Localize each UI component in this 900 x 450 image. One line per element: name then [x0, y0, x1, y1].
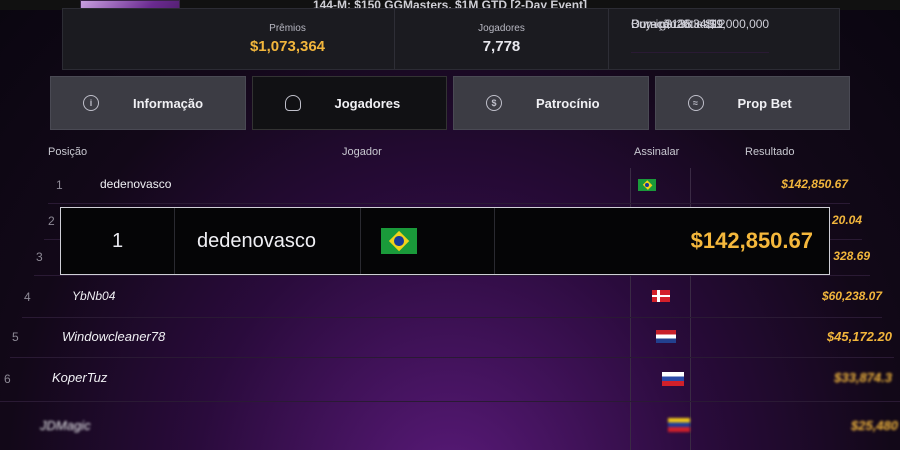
netherlands-flag-icon — [656, 330, 676, 343]
column-position[interactable]: Posição — [48, 146, 87, 158]
row-player-name[interactable]: YbNb04 — [72, 289, 115, 303]
row-player-name[interactable]: KoperTuz — [52, 370, 107, 385]
tab-jogadores[interactable]: Jogadores — [251, 76, 447, 130]
brazil-flag-icon — [381, 228, 417, 254]
highlight-player-name[interactable]: dedenovasco — [175, 208, 361, 274]
coin-icon: $ — [486, 95, 502, 111]
row-result: $33,874.3 — [834, 370, 892, 385]
tab-label: Prop Bet — [737, 95, 792, 111]
row-result: $60,238.07 — [821, 289, 882, 303]
row-player-name[interactable]: JDMagic — [40, 418, 91, 433]
duration-label: Duração — [631, 17, 677, 31]
prize-label: Prêmios — [269, 23, 306, 34]
players-value: 7,778 — [482, 38, 521, 55]
column-player[interactable]: Jogador — [342, 146, 382, 158]
highlight-position: 1 — [61, 208, 175, 274]
duration-value: 26:34:19 — [676, 17, 724, 31]
row-player-name[interactable]: dedenovasco — [100, 177, 171, 191]
venezuela-flag-icon — [668, 418, 690, 432]
highlighted-player-row[interactable]: 1 dedenovasco $142,850.67 — [60, 207, 830, 275]
players-label: Jogadores — [478, 23, 525, 34]
row-result: 20.04 — [831, 213, 862, 227]
row-player-name[interactable]: Windowcleaner78 — [62, 329, 165, 344]
table-row[interactable]: 4 YbNb04 $60,238.07 — [22, 278, 882, 318]
prize-pool-stat: Prêmios $1,073,364 — [181, 9, 395, 69]
highlight-flag-cell — [361, 208, 495, 274]
table-row[interactable]: 5 Windowcleaner78 $45,172.20 — [10, 318, 894, 358]
players-stat: Jogadores 7,778 — [395, 9, 609, 69]
row-position: 5 — [12, 330, 19, 344]
row-position: 3 — [36, 250, 43, 264]
tab-prop-bet[interactable]: ≈ Prop Bet — [654, 76, 850, 130]
row-result: $45,172.20 — [826, 329, 892, 344]
tab-patrocinio[interactable]: $ Patrocínio — [453, 76, 649, 130]
tab-label: Jogadores — [334, 95, 401, 111]
row-position: 2 — [48, 214, 55, 228]
table-header: Posição Jogador Assinalar Resultado — [40, 140, 860, 166]
row-result: 328.69 — [833, 249, 870, 263]
column-sign[interactable]: Assinalar — [634, 146, 679, 158]
row-result: $25,480 — [851, 418, 898, 433]
denmark-flag-icon — [652, 290, 670, 302]
row-position: 6 — [4, 372, 11, 386]
table-row[interactable]: JDMagic $25,480 — [0, 404, 900, 450]
highlight-result: $142,850.67 — [690, 228, 813, 253]
prize-value: $1,073,364 — [249, 38, 326, 55]
tab-label: Informação — [133, 95, 204, 111]
tournament-details: Com garantias $1,000,000 Buy-in $138 + $12… — [609, 9, 839, 69]
brazil-flag-icon — [638, 179, 656, 191]
tournament-summary: Prêmios $1,073,364 Jogadores 7,778 Com g… — [62, 8, 840, 70]
table-row[interactable]: 1 dedenovasco $142,850.67 — [48, 168, 850, 204]
table-row[interactable]: 6 KoperTuz $33,874.3 — [0, 358, 900, 402]
handshake-icon: ≈ — [687, 95, 704, 111]
tab-bar: i Informação Jogadores $ Patrocínio ≈ Pr… — [50, 76, 850, 130]
tab-informacao[interactable]: i Informação — [50, 76, 246, 130]
russia-flag-icon — [662, 372, 684, 386]
person-icon — [284, 95, 301, 111]
tab-label: Patrocínio — [536, 95, 600, 111]
info-icon: i — [83, 95, 99, 111]
row-result: $142,850.67 — [781, 177, 848, 191]
column-result[interactable]: Resultado — [745, 146, 795, 158]
row-position: 1 — [56, 178, 63, 192]
row-position: 4 — [24, 290, 31, 304]
